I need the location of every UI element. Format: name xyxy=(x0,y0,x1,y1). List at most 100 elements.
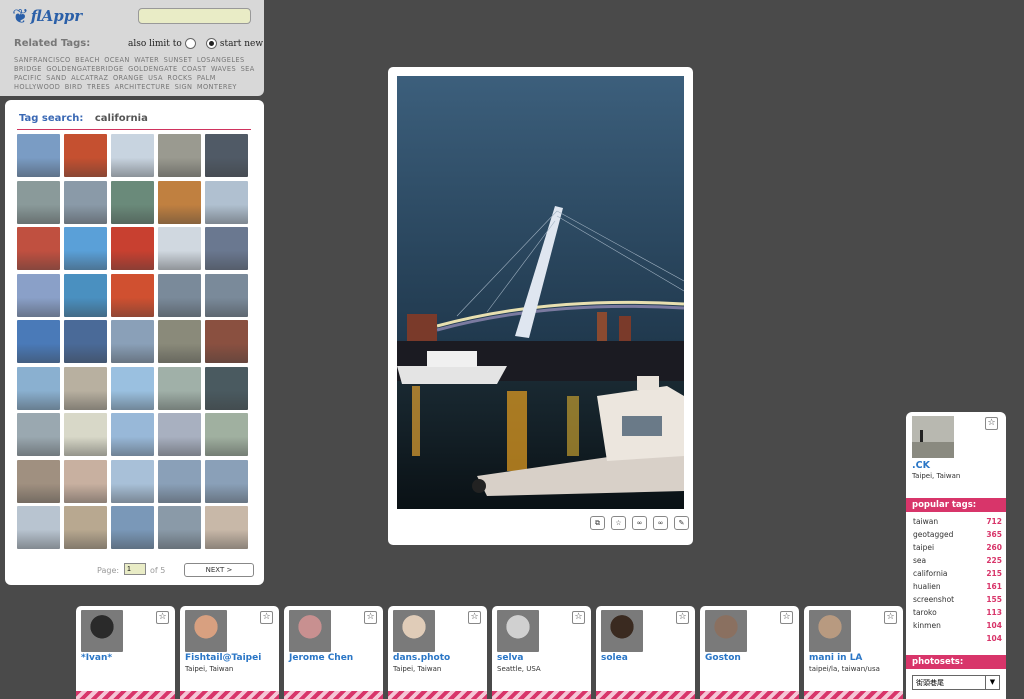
related-tag[interactable]: BIRD xyxy=(65,83,83,91)
contact-name[interactable]: Goston xyxy=(705,653,741,663)
photo-thumbnail[interactable] xyxy=(158,413,201,456)
photo-thumbnail[interactable] xyxy=(158,180,201,224)
related-tag[interactable]: ARCHITECTURE xyxy=(115,83,170,91)
photo-thumbnail[interactable] xyxy=(158,506,201,549)
photo-thumbnail[interactable] xyxy=(158,459,201,503)
popular-tag-row[interactable]: hualien 161 xyxy=(906,580,1006,593)
favorite-star-icon[interactable]: ☆ xyxy=(156,611,169,624)
related-tag[interactable]: ORANGE xyxy=(113,74,144,82)
page-number-input[interactable] xyxy=(124,563,146,575)
photo-thumbnail[interactable] xyxy=(64,134,107,177)
photo-thumbnail[interactable] xyxy=(17,273,60,317)
photo-thumbnail[interactable] xyxy=(158,273,201,317)
contact-card[interactable]: ☆ dans.photo Taipei, Taiwan xyxy=(388,606,487,699)
photo-thumbnail[interactable] xyxy=(205,506,248,549)
related-tag[interactable]: BEACH xyxy=(75,56,100,64)
avatar[interactable] xyxy=(81,610,123,652)
photo-thumbnail[interactable] xyxy=(111,227,154,270)
photo-thumbnail[interactable] xyxy=(205,227,248,270)
photo-thumbnail[interactable] xyxy=(205,180,248,224)
favorite-star-icon[interactable]: ☆ xyxy=(468,611,481,624)
related-tag[interactable]: TREES xyxy=(87,83,110,91)
related-tag[interactable]: COAST xyxy=(182,65,206,73)
popular-tag-row[interactable]: 104 xyxy=(906,632,1006,645)
avatar[interactable] xyxy=(393,610,435,652)
next-page-button[interactable]: NEXT > xyxy=(184,563,254,577)
photo-thumbnail[interactable] xyxy=(17,320,60,363)
related-tag[interactable]: SIGN xyxy=(175,83,193,91)
photo-thumbnail[interactable] xyxy=(64,413,107,456)
favorite-star-icon[interactable]: ☆ xyxy=(364,611,377,624)
favorite-star-icon[interactable]: ☆ xyxy=(780,611,793,624)
contact-name[interactable]: solea xyxy=(601,653,628,663)
photo-thumbnail[interactable] xyxy=(111,180,154,224)
popular-tag-row[interactable]: taiwan 712 xyxy=(906,515,1006,528)
photo-thumbnail[interactable] xyxy=(111,459,154,503)
photo-thumbnail[interactable] xyxy=(17,506,60,549)
favorite-star-icon[interactable]: ☆ xyxy=(884,611,897,624)
popular-tag-row[interactable]: california 215 xyxy=(906,567,1006,580)
related-tag[interactable]: BRIDGE xyxy=(14,65,42,73)
search-input[interactable] xyxy=(138,8,251,24)
popular-tag-row[interactable]: taroko 113 xyxy=(906,606,1006,619)
photo-thumbnail[interactable] xyxy=(17,366,60,410)
related-tag[interactable]: SUNSET xyxy=(164,56,193,64)
photo-thumbnail[interactable] xyxy=(205,459,248,503)
related-tag[interactable]: PACIFIC xyxy=(14,74,42,82)
photo-thumbnail[interactable] xyxy=(158,366,201,410)
related-tag[interactable]: MONTEREY xyxy=(197,83,237,91)
photo-thumbnail[interactable] xyxy=(64,459,107,503)
link-icon[interactable]: ∞ xyxy=(653,516,668,530)
favorite-star-icon[interactable]: ☆ xyxy=(985,417,998,430)
avatar[interactable] xyxy=(705,610,747,652)
avatar[interactable] xyxy=(289,610,331,652)
contact-name[interactable]: Jerome Chen xyxy=(289,653,353,663)
photo-thumbnail[interactable] xyxy=(111,320,154,363)
photo-thumbnail[interactable] xyxy=(64,506,107,549)
photo-thumbnail[interactable] xyxy=(17,227,60,270)
photo-thumbnail[interactable] xyxy=(205,320,248,363)
limit-radio[interactable] xyxy=(184,38,196,49)
star-icon[interactable]: ☆ xyxy=(611,516,626,530)
popular-tag-row[interactable]: screenshot 155 xyxy=(906,593,1006,606)
contact-card[interactable]: ☆ *Ivan* xyxy=(76,606,175,699)
related-tag[interactable]: GOLDENGATE xyxy=(128,65,177,73)
photo-thumbnail[interactable] xyxy=(205,273,248,317)
edit-icon[interactable]: ✎ xyxy=(674,516,689,530)
photo-thumbnail[interactable] xyxy=(17,134,60,177)
copy-icon[interactable]: ⧉ xyxy=(590,516,605,530)
photo-thumbnail[interactable] xyxy=(111,273,154,317)
photo-thumbnail[interactable] xyxy=(64,227,107,270)
contact-card[interactable]: ☆ Fishtail@Taipei Taipei, Taiwan xyxy=(180,606,279,699)
popular-tag-row[interactable]: kinmen 104 xyxy=(906,619,1006,632)
contact-card[interactable]: ☆ Jerome Chen xyxy=(284,606,383,699)
photo-thumbnail[interactable] xyxy=(17,413,60,456)
user-avatar[interactable] xyxy=(912,416,954,458)
related-tag[interactable]: SEA xyxy=(241,65,255,73)
start-new-radio[interactable] xyxy=(205,38,217,49)
favorite-star-icon[interactable]: ☆ xyxy=(260,611,273,624)
photo-thumbnail[interactable] xyxy=(158,227,201,270)
contact-name[interactable]: Fishtail@Taipei xyxy=(185,653,261,663)
related-tag[interactable]: SAND xyxy=(46,74,66,82)
contact-card[interactable]: ☆ solea xyxy=(596,606,695,699)
related-tag[interactable]: USA xyxy=(148,74,163,82)
photo-thumbnail[interactable] xyxy=(111,506,154,549)
photo-thumbnail[interactable] xyxy=(205,134,248,177)
popular-tag-row[interactable]: taipei 260 xyxy=(906,541,1006,554)
related-tag[interactable]: WAVES xyxy=(211,65,236,73)
photo-thumbnail[interactable] xyxy=(205,413,248,456)
contact-card[interactable]: ☆ mani in LA taipei/la, taiwan/usa xyxy=(804,606,903,699)
popular-tag-row[interactable]: sea 225 xyxy=(906,554,1006,567)
popular-tag-row[interactable]: geotagged 365 xyxy=(906,528,1006,541)
contact-card[interactable]: ☆ selva Seattle, USA xyxy=(492,606,591,699)
related-tag[interactable]: PALM xyxy=(197,74,216,82)
photoset-select[interactable]: 街頭巷尾 ▼ xyxy=(912,675,1000,690)
contact-name[interactable]: dans.photo xyxy=(393,653,450,663)
related-tag[interactable]: LOSANGELES xyxy=(197,56,245,64)
photo-thumbnail[interactable] xyxy=(111,413,154,456)
avatar[interactable] xyxy=(497,610,539,652)
related-tag[interactable]: HOLLYWOOD xyxy=(14,83,60,91)
contact-name[interactable]: mani in LA xyxy=(809,653,862,663)
contact-name[interactable]: selva xyxy=(497,653,524,663)
